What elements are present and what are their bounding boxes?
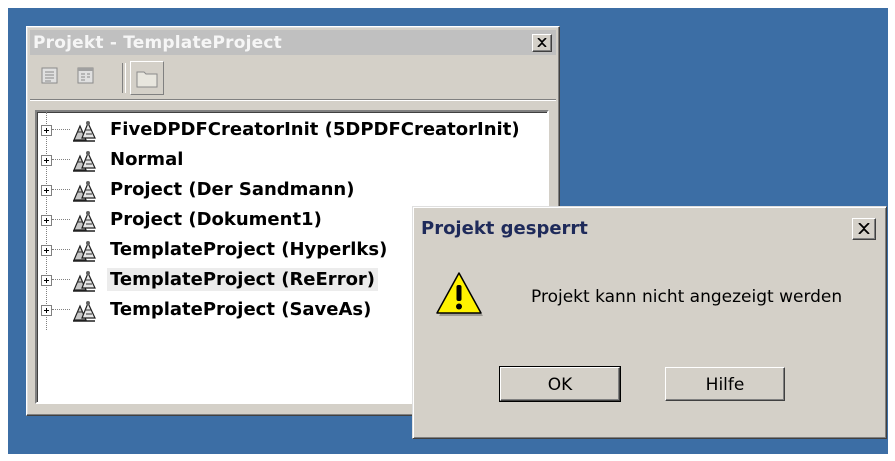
- tree-connector: [52, 309, 70, 310]
- close-button[interactable]: [532, 34, 552, 52]
- project-icon: [70, 268, 98, 294]
- toggle-folders-button[interactable]: [130, 61, 164, 95]
- close-icon: [537, 38, 547, 47]
- view-code-icon: [41, 67, 58, 84]
- view-object-button[interactable]: [74, 63, 98, 89]
- tree-item-label: FiveDPDFCreatorInit (5DPDFCreatorInit): [110, 119, 520, 140]
- dialog-message: Projekt kann nicht angezeigt werden: [531, 287, 843, 307]
- tree-item-label: Project (Dokument1): [110, 209, 322, 230]
- tree-item[interactable]: Project (Der Sandmann): [37, 176, 543, 206]
- warning-icon: [436, 272, 483, 316]
- window-title: Projekt - TemplateProject: [33, 33, 282, 53]
- project-icon: [70, 118, 98, 144]
- expand-icon[interactable]: [41, 215, 52, 226]
- tree-connector: [52, 159, 70, 160]
- dialog-close-button[interactable]: [852, 218, 876, 240]
- project-icon: [70, 298, 98, 324]
- toolbar-separator: [122, 63, 126, 93]
- project-icon: [70, 148, 98, 174]
- expand-icon[interactable]: [41, 125, 52, 136]
- folder-icon: [136, 71, 158, 88]
- tree-item-label: TemplateProject (SaveAs): [110, 299, 372, 320]
- tree-item-label: TemplateProject (ReError): [107, 268, 379, 291]
- dialog-titlebar[interactable]: Projekt gesperrt: [417, 211, 882, 245]
- tree-item[interactable]: FiveDPDFCreatorInit (5DPDFCreatorInit): [37, 116, 543, 146]
- expand-icon[interactable]: [41, 155, 52, 166]
- view-code-button[interactable]: [38, 63, 62, 89]
- ok-button[interactable]: OK: [499, 366, 621, 402]
- tree-connector: [52, 249, 70, 250]
- expand-icon[interactable]: [41, 245, 52, 256]
- project-explorer-titlebar[interactable]: Projekt - TemplateProject: [30, 30, 556, 55]
- tree-connector: [52, 189, 70, 190]
- project-locked-dialog: Projekt gesperrt Projekt kann nicht ange…: [412, 206, 887, 439]
- tree-item-label: Normal: [110, 149, 184, 170]
- project-icon: [70, 238, 98, 264]
- expand-icon[interactable]: [41, 275, 52, 286]
- tree-connector: [52, 219, 70, 220]
- tree-connector: [52, 279, 70, 280]
- tree-item-label: TemplateProject (Hyperlks): [110, 239, 388, 260]
- expand-icon[interactable]: [41, 185, 52, 196]
- help-button[interactable]: Hilfe: [665, 367, 785, 401]
- tree-item-label: Project (Der Sandmann): [110, 179, 355, 200]
- project-icon: [70, 208, 98, 234]
- explorer-toolbar: [30, 57, 556, 100]
- tree-connector: [52, 129, 70, 130]
- view-object-icon: [77, 67, 94, 84]
- close-icon: [858, 223, 870, 234]
- project-icon: [70, 178, 98, 204]
- tree-item[interactable]: Normal: [37, 146, 543, 176]
- expand-icon[interactable]: [41, 305, 52, 316]
- dialog-title: Projekt gesperrt: [421, 218, 588, 239]
